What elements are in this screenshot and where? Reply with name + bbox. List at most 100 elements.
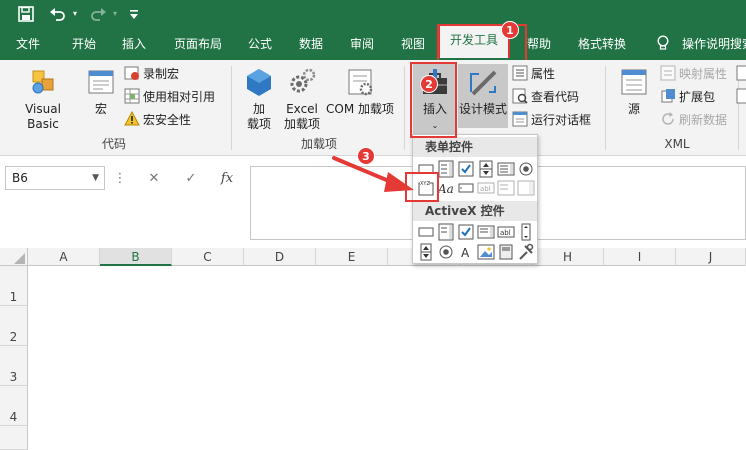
svg-text:A: A <box>461 246 470 260</box>
tell-me-search[interactable]: 操作说明搜索 <box>682 28 746 60</box>
record-macro-button[interactable]: 录制宏 <box>124 64 179 84</box>
run-dialog-label: 运行对话框 <box>531 113 592 127</box>
row-header-1[interactable]: 1 <box>0 266 28 306</box>
tab-review[interactable]: 审阅 <box>350 28 374 60</box>
row-header-2[interactable]: 2 <box>0 306 28 346</box>
checkbox-control-icon[interactable] <box>457 160 475 178</box>
design-mode-icon <box>470 70 497 96</box>
tab-insert[interactable]: 插入 <box>122 28 146 60</box>
xml-import-button[interactable] <box>736 64 746 84</box>
label-control-icon[interactable]: Aa <box>437 179 455 197</box>
view-code-button[interactable]: 查看代码 <box>512 87 579 107</box>
activex-combo-box-icon[interactable] <box>437 223 455 241</box>
group-separator <box>231 66 232 150</box>
column-header-j[interactable]: J <box>676 248 746 266</box>
row-header-5[interactable] <box>0 426 28 450</box>
redo-icon <box>88 4 108 24</box>
svg-text:Aa: Aa <box>437 182 454 196</box>
run-dialog-button[interactable]: 运行对话框 <box>512 110 591 130</box>
save-icon[interactable] <box>16 4 36 24</box>
activex-label-icon[interactable]: A <box>457 243 475 261</box>
scroll-bar-control-icon[interactable] <box>457 179 475 197</box>
properties-button[interactable]: 属性 <box>512 64 555 84</box>
import-icon <box>736 65 746 81</box>
properties-label: 属性 <box>531 67 556 81</box>
cancel-icon[interactable]: ✕ <box>143 170 165 188</box>
refresh-data-button: 刷新数据 <box>660 110 727 130</box>
column-header-i[interactable]: I <box>604 248 676 266</box>
xml-source-button[interactable]: 源 <box>616 66 652 117</box>
tab-view[interactable]: 视图 <box>401 28 425 60</box>
column-header-h[interactable]: H <box>532 248 604 266</box>
combo-box-control-icon[interactable] <box>437 160 455 178</box>
activex-toggle-button-icon[interactable] <box>497 243 515 261</box>
design-mode-button[interactable]: 设计模式 <box>458 64 508 128</box>
tab-data[interactable]: 数据 <box>299 28 323 60</box>
activex-image-icon[interactable] <box>477 243 495 261</box>
tab-file[interactable]: 文件 <box>16 28 40 60</box>
option-button-control-icon[interactable] <box>517 160 535 178</box>
column-header-d[interactable]: D <box>244 248 316 266</box>
tab-home[interactable]: 开始 <box>72 28 96 60</box>
list-box-control-icon[interactable] <box>497 160 515 178</box>
undo-dropdown-icon[interactable]: ▾ <box>70 4 80 24</box>
macros-button[interactable]: 宏 <box>84 66 118 117</box>
tab-help[interactable]: 帮助 <box>527 28 551 60</box>
expansion-packs-button[interactable]: 扩展包 <box>660 87 715 107</box>
activex-list-box-icon[interactable] <box>477 223 495 241</box>
row-header-4[interactable]: 4 <box>0 386 28 426</box>
enter-icon[interactable]: ✓ <box>180 170 202 188</box>
activex-checkbox-icon[interactable] <box>457 223 475 241</box>
tab-format-convert[interactable]: 格式转换 <box>578 28 626 60</box>
column-header-b[interactable]: B <box>100 248 172 266</box>
xml-export-button[interactable] <box>736 87 746 107</box>
more-controls-icon[interactable] <box>517 243 535 261</box>
xml-source-label: 源 <box>627 102 640 116</box>
visual-basic-button[interactable]: Visual Basic <box>8 66 78 132</box>
name-box[interactable]: B6 ▼ <box>5 166 105 190</box>
refresh-icon <box>662 112 674 125</box>
column-header-e[interactable]: E <box>316 248 388 266</box>
lightbulb-icon[interactable] <box>656 28 670 60</box>
tab-formulas[interactable]: 公式 <box>248 28 272 60</box>
macro-security-label: 宏安全性 <box>143 113 192 127</box>
macros-label: 宏 <box>94 102 107 116</box>
row-header-3[interactable]: 3 <box>0 346 28 386</box>
select-all-corner[interactable] <box>0 248 28 266</box>
activex-scroll-bar-icon[interactable] <box>517 223 535 241</box>
tab-page-layout[interactable]: 页面布局 <box>174 28 222 60</box>
spin-button-control-icon[interactable] <box>477 160 495 178</box>
activex-option-button-icon[interactable] <box>437 243 455 261</box>
relative-reference-label: 使用相对引用 <box>143 90 216 104</box>
group-separator <box>605 66 606 150</box>
annotation-arrow <box>332 156 414 192</box>
insert-function-icon[interactable]: fx <box>216 170 238 188</box>
addins-button[interactable]: 加 载项 <box>240 66 278 132</box>
view-code-icon <box>512 88 528 104</box>
activex-spin-button-icon[interactable] <box>417 243 435 261</box>
formula-bar-separator: ⋮ <box>113 171 127 186</box>
com-addins-button[interactable]: COM 加载项 <box>324 66 396 117</box>
addins-icon <box>247 69 271 96</box>
undo-icon[interactable] <box>48 4 68 24</box>
relative-reference-icon <box>124 88 140 104</box>
column-header-a[interactable]: A <box>28 248 100 266</box>
visual-basic-icon <box>32 70 54 94</box>
expansion-packs-label: 扩展包 <box>679 90 716 104</box>
com-addins-icon <box>348 69 373 96</box>
highlight-insert-button <box>410 62 457 138</box>
column-header-c[interactable]: C <box>172 248 244 266</box>
customize-icon[interactable] <box>128 4 140 24</box>
relative-reference-button[interactable]: 使用相对引用 <box>124 87 215 107</box>
macros-icon <box>88 70 114 94</box>
activex-button-icon[interactable] <box>417 223 435 241</box>
record-macro-label: 录制宏 <box>143 67 180 81</box>
xml-group-label: XML <box>664 137 690 151</box>
chevron-down-icon[interactable]: ▼ <box>92 167 99 189</box>
excel-addins-button[interactable]: Excel 加载项 <box>282 66 322 132</box>
text-field-control-icon: abl <box>477 182 495 194</box>
design-mode-label: 设计模式 <box>458 102 507 116</box>
cell-grid[interactable] <box>29 266 746 450</box>
activex-text-box-icon[interactable]: abl <box>497 223 515 241</box>
macro-security-button[interactable]: 宏安全性 <box>124 110 191 130</box>
